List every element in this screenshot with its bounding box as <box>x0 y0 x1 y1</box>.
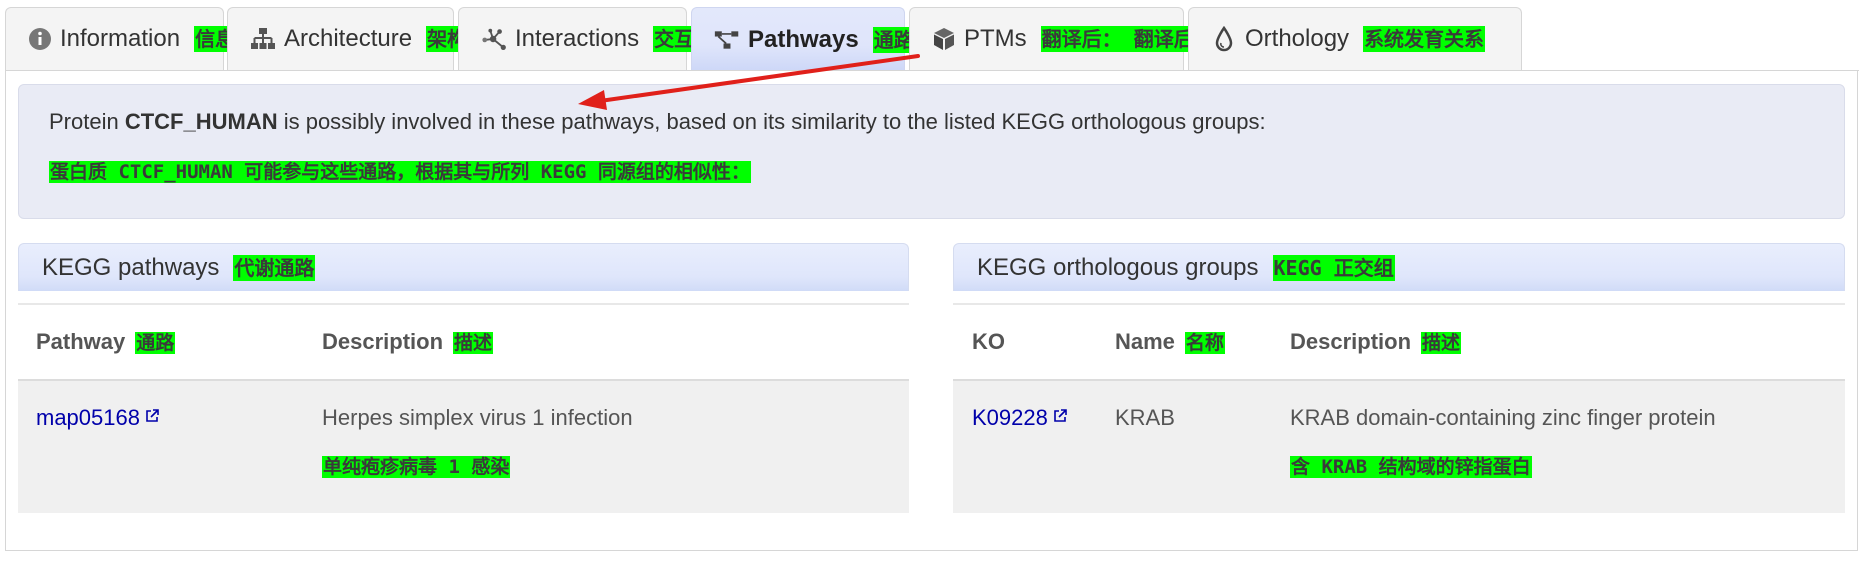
tab-orthology[interactable]: Orthology 系统发育关系 <box>1188 7 1522 70</box>
tab-information[interactable]: Information 信息 <box>5 7 237 70</box>
tab-orthology-label: Orthology <box>1245 25 1350 52</box>
info-alert: Protein CTCF_HUMAN is possibly involved … <box>18 84 1845 219</box>
column-header-pathway-cn: 通路 <box>135 332 176 354</box>
pathway-icon <box>714 27 740 53</box>
column-header-description-cn: 描述 <box>453 332 494 354</box>
tab-ptms[interactable]: PTMs 翻译后： 翻译后 <box>909 7 1195 70</box>
pathway-description: Herpes simplex virus 1 infection <box>322 405 633 430</box>
column-header-pathway[interactable]: Pathway 通路 <box>36 329 176 356</box>
sitemap-icon <box>250 26 276 52</box>
pathway-description-cn-cell: 单纯疱疹病毒 1 感染 <box>322 453 511 480</box>
tab-information-label: Information <box>60 25 181 52</box>
cube-icon <box>932 26 956 52</box>
tab-pathways[interactable]: Pathways 通路 <box>691 7 915 71</box>
kegg-pathways-title-cn: 代谢通路 <box>233 254 316 281</box>
ko-description-cn-cell: 含 KRAB 结构域的锌指蛋白 <box>1290 453 1532 480</box>
column-header-ko-description-label: Description <box>1290 329 1412 354</box>
kegg-orthologous-title-cn: KEGG 正交组 <box>1272 254 1395 281</box>
tab-interactions-label: Interactions <box>515 25 640 52</box>
external-link-icon <box>1053 403 1067 429</box>
pathway-link[interactable]: map05168 <box>36 405 140 430</box>
column-header-ko-label: KO <box>972 329 1005 354</box>
tab-architecture-label: Architecture <box>284 25 413 52</box>
protein-name: CTCF_HUMAN <box>124 109 278 134</box>
info-text-cn-row: 蛋白质 CTCF_HUMAN 可能参与这些通路，根据其与所列 KEGG 同源组的… <box>49 159 751 185</box>
network-icon <box>481 26 507 52</box>
ko-link[interactable]: K09228 <box>972 405 1048 430</box>
ko-description: KRAB domain-containing zinc finger prote… <box>1290 405 1716 430</box>
info-circle-icon <box>28 26 52 52</box>
tab-architecture[interactable]: Architecture 架构 <box>227 7 469 70</box>
column-header-name-cn: 名称 <box>1184 332 1225 354</box>
tab-orthology-cn: 系统发育关系 <box>1363 26 1486 52</box>
tab-ptms-label: PTMs <box>964 25 1027 52</box>
pathway-cell: map05168 <box>36 405 159 431</box>
tab-interactions[interactable]: Interactions 交互 <box>458 7 696 70</box>
tab-bar: Information 信息 Architecture 架构 Interacti… <box>5 7 1860 71</box>
column-header-name[interactable]: Name 名称 <box>1115 329 1225 356</box>
ko-name: KRAB <box>1115 405 1175 430</box>
kegg-pathways-header-row: Pathway 通路 Description 描述 <box>18 305 909 381</box>
external-link-icon <box>145 403 159 429</box>
ko-description-cn: 含 KRAB 结构域的锌指蛋白 <box>1290 456 1532 478</box>
kegg-pathways-title: KEGG pathways <box>42 253 220 281</box>
column-header-description-label: Description <box>322 329 444 354</box>
column-header-ko-description-cn: 描述 <box>1421 332 1462 354</box>
kegg-orthologous-title: KEGG orthologous groups <box>977 253 1259 281</box>
ko-cell: K09228 <box>972 405 1067 431</box>
info-suffix: is possibly involved in these pathways, … <box>277 109 1266 134</box>
kegg-orthologous-header-row: KO Name 名称 Description 描述 <box>953 305 1845 381</box>
info-text-cn: 蛋白质 CTCF_HUMAN 可能参与这些通路，根据其与所列 KEGG 同源组的… <box>49 161 751 183</box>
info-prefix: Protein <box>49 109 125 134</box>
tab-interactions-cn: 交互 <box>653 26 696 52</box>
pathway-description-cn: 单纯疱疹病毒 1 感染 <box>322 456 511 478</box>
table-row: map05168 Herpes simplex virus 1 infectio… <box>18 381 909 513</box>
column-header-pathway-label: Pathway <box>36 329 126 354</box>
kegg-pathways-header: KEGG pathways 代谢通路 <box>18 243 909 291</box>
kegg-orthologous-header: KEGG orthologous groups KEGG 正交组 <box>953 243 1845 291</box>
column-header-ko[interactable]: KO <box>972 329 1005 355</box>
tab-pathways-label: Pathways <box>748 25 859 53</box>
tab-ptms-cn: 翻译后： 翻译后 <box>1040 26 1195 52</box>
column-header-description[interactable]: Description 描述 <box>322 329 494 356</box>
table-row: K09228 KRAB KRAB domain-containing zinc … <box>953 381 1845 513</box>
column-header-name-label: Name <box>1115 329 1175 354</box>
column-header-ko-description[interactable]: Description 描述 <box>1290 329 1462 356</box>
info-text: Protein CTCF_HUMAN is possibly involved … <box>49 109 1266 135</box>
drop-icon <box>1211 26 1237 52</box>
